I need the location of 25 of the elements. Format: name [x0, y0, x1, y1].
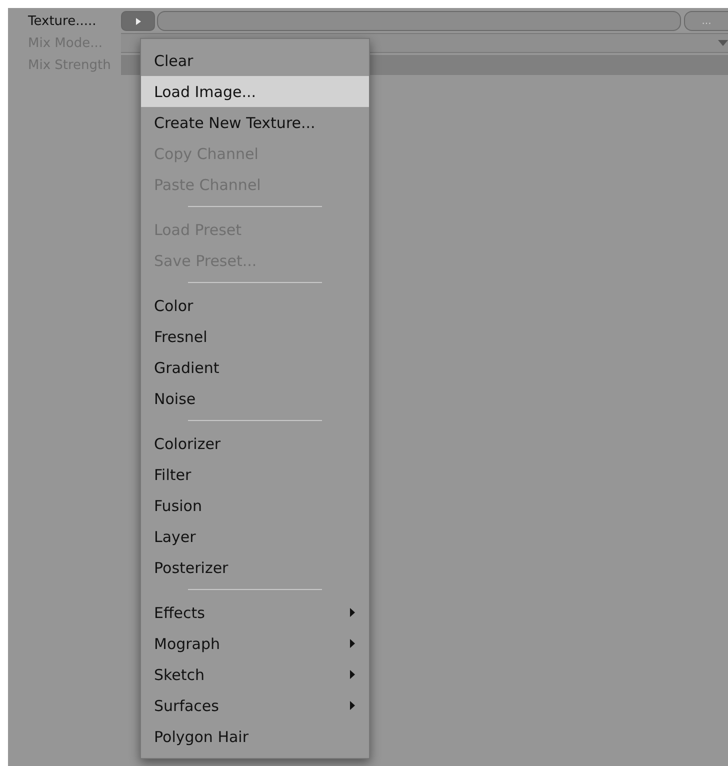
menu-item[interactable]: Mograph [141, 628, 369, 659]
menu-item[interactable]: Load Image... [141, 76, 369, 107]
menu-item[interactable]: Noise [141, 383, 369, 414]
dropdown-arrow-icon [718, 40, 728, 46]
menu-item[interactable]: Filter [141, 459, 369, 490]
menu-item[interactable]: Color [141, 290, 369, 321]
menu-button[interactable] [121, 11, 155, 31]
submenu-arrow-icon [350, 701, 355, 710]
menu-item[interactable]: Posterizer [141, 552, 369, 583]
menu-item[interactable]: Effects [141, 597, 369, 628]
menu-item[interactable]: Sketch [141, 659, 369, 690]
menu-item[interactable]: Create New Texture... [141, 107, 369, 138]
menu-item[interactable]: Colorizer [141, 428, 369, 459]
play-icon [136, 18, 140, 24]
menu-item[interactable]: Gradient [141, 352, 369, 383]
menu-item[interactable]: Fresnel [141, 321, 369, 352]
texture-field[interactable] [157, 11, 681, 31]
menu-item[interactable]: Polygon Hair [141, 721, 369, 752]
submenu-arrow-icon [350, 608, 355, 617]
submenu-arrow-icon [350, 670, 355, 679]
field-label: Texture..... [27, 14, 98, 28]
menu-item[interactable]: Layer [141, 521, 369, 552]
submenu-arrow-icon [350, 639, 355, 648]
menu-item[interactable]: Fusion [141, 490, 369, 521]
menu-item[interactable]: Surfaces [141, 690, 369, 721]
